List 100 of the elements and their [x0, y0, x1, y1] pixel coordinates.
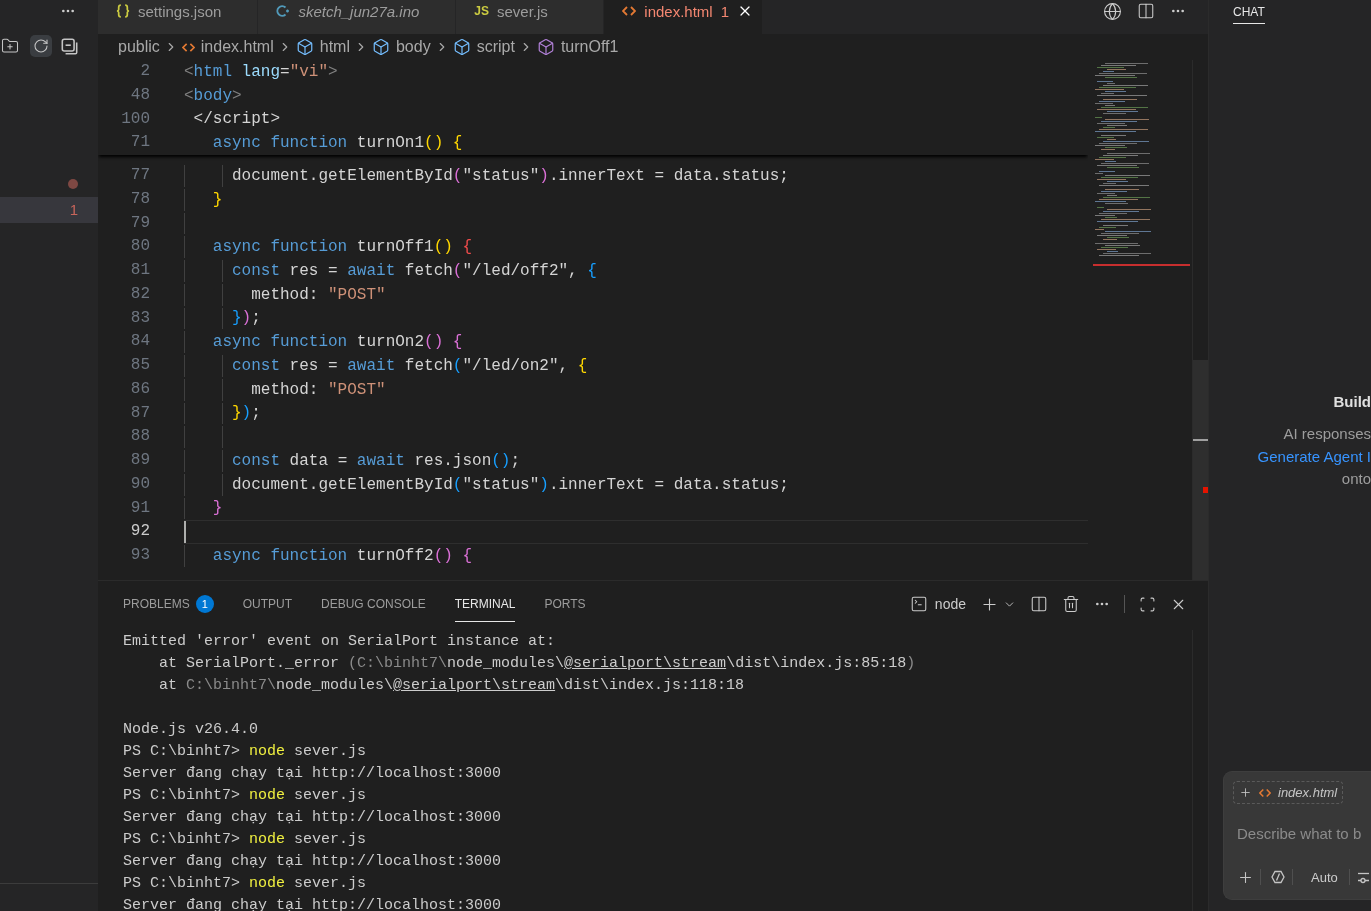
terminal-line: PS C:\binht7> node sever.js [123, 830, 367, 850]
line-number: 92 [129, 521, 150, 543]
code-line: <body> [184, 85, 242, 107]
c-plus-icon [276, 4, 291, 18]
code-line: } [212, 189, 223, 211]
text-cursor-icon [184, 521, 186, 543]
code-line: }); [232, 403, 261, 425]
error-marker-icon [1203, 487, 1208, 493]
maximize-icon[interactable] [1139, 595, 1156, 613]
braces-icon [116, 4, 130, 18]
terminal-link[interactable]: @serialport\stream [393, 677, 556, 694]
count-badge: 1 [195, 594, 214, 613]
line-number: 79 [129, 212, 150, 234]
context-chip[interactable]: index.html [1233, 781, 1344, 804]
trash-icon[interactable] [1062, 595, 1080, 613]
welcome-text: onto [1341, 469, 1371, 489]
terminal-line: Server đang chạy tại http://localhost:3000 [123, 808, 502, 828]
code-line: async function turnOff2() { [212, 545, 473, 567]
line-number: 100 [120, 108, 150, 130]
code-line: method: "POST" [251, 284, 386, 306]
breadcrumb-item[interactable]: index.html [181, 38, 274, 56]
terminal-line: at C:\binht7\node_modules\@serialport\stream\dist\index.js:118:18 [159, 676, 745, 696]
refresh-icon [33, 38, 49, 54]
cube-icon [536, 38, 555, 56]
panel-tab[interactable]: PORTS [544, 586, 586, 622]
code-brackets-icon [1259, 786, 1271, 799]
code-line: </script> [193, 109, 280, 131]
line-number: 82 [129, 283, 150, 305]
chat-tab[interactable]: CHAT [1233, 0, 1265, 24]
refresh-button[interactable] [30, 35, 52, 57]
line-number: 84 [129, 331, 150, 353]
line-number: 80 [129, 236, 150, 258]
code-brackets-icon [622, 4, 637, 18]
code-line: async function turnOn2() { [212, 332, 463, 354]
code-line: const res = await fetch("/led/on2", { [232, 355, 588, 377]
cube-icon [295, 38, 314, 56]
line-number: 89 [129, 450, 150, 471]
line-number: 77 [129, 165, 150, 186]
editor-tab[interactable]: settings.json [98, 0, 259, 34]
panel-tab[interactable]: DEBUG CONSOLE [321, 586, 426, 622]
line-number: 87 [129, 402, 150, 424]
breadcrumb-item[interactable]: turnOff1 [536, 38, 619, 56]
breadcrumb-item[interactable]: html [295, 38, 350, 56]
terminal-selector[interactable]: node [909, 595, 966, 613]
line-number: 88 [129, 426, 150, 448]
editor-tab[interactable]: JS sever.js [456, 0, 605, 34]
slashed-hexagon-icon[interactable] [1271, 870, 1285, 884]
split-editor-icon[interactable] [1137, 2, 1155, 20]
breadcrumb-item[interactable]: body [371, 38, 431, 56]
line-number: 2 [139, 61, 150, 82]
terminal-icon [909, 595, 928, 613]
code-line: async function turnOn1() { [212, 133, 463, 155]
code-line: method: "POST" [251, 379, 386, 401]
cube-icon [371, 38, 390, 56]
welcome-title: Build [1333, 392, 1371, 412]
editor-tab[interactable]: index.html 1 [604, 0, 764, 34]
code-line: document.getElementById("status").innerText = data.status; [232, 165, 789, 187]
dot-icon [68, 179, 78, 189]
code-line: } [212, 498, 223, 520]
terminal-line: PS C:\binht7> node sever.js [123, 786, 367, 806]
js-file-icon: JS [474, 4, 489, 18]
code-line: const data = await res.json(); [232, 450, 521, 472]
line-number: 78 [129, 188, 150, 210]
terminal-line: PS C:\binht7> node sever.js [123, 742, 367, 762]
line-number: 48 [129, 84, 150, 106]
editor-tab[interactable]: sketch_jun27a.ino [258, 0, 457, 34]
line-number: 83 [129, 307, 150, 329]
line-number: 93 [129, 545, 150, 566]
cube-icon [452, 38, 471, 56]
code-line: async function turnOff1() { [212, 237, 473, 259]
line-number: 81 [129, 260, 150, 281]
chat-input-field[interactable]: Describe what to b [1233, 822, 1371, 844]
terminal-link[interactable]: @serialport\stream [564, 655, 727, 672]
terminal-line: Emitted 'error' event on SerialPort instance at: [123, 632, 556, 652]
panel-tab[interactable]: OUTPUT [242, 586, 293, 622]
panel-tab[interactable]: TERMINAL [454, 586, 516, 622]
split-terminal-icon[interactable] [1030, 595, 1048, 613]
terminal-line: Node.js v26.4.0 [123, 720, 259, 740]
line-number: 91 [129, 497, 150, 519]
code-line: const res = await fetch("/led/off2", { [232, 260, 597, 282]
mode-button[interactable]: Auto [1300, 869, 1349, 885]
line-number: 71 [129, 132, 150, 154]
terminal-line: at SerialPort._error (C:\binht7\node_modules\@serialport\stream\dist\index.js:85:18) [159, 654, 916, 674]
code-line: <html lang="vi"> [184, 61, 338, 83]
code-line: }); [232, 308, 261, 330]
panel-tab[interactable]: PROBLEMS 1 [123, 586, 214, 622]
terminal-line: Server đang chạy tại http://localhost:3000 [123, 764, 502, 784]
breadcrumb-item[interactable]: public [118, 38, 160, 56]
globe-icon[interactable] [1103, 1, 1122, 21]
problem-count: 1 [69, 201, 78, 219]
line-number: 90 [129, 473, 150, 495]
code-line: document.getElementById("status").innerText = data.status; [232, 474, 789, 496]
problem-count: 1 [720, 2, 730, 20]
welcome-link[interactable]: Generate Agent I [1257, 445, 1371, 468]
terminal-line: PS C:\binht7> node sever.js [123, 874, 367, 894]
breadcrumb-item[interactable]: script [452, 38, 515, 56]
plus-icon [1239, 786, 1252, 799]
scrollbar-thumb[interactable] [1193, 360, 1208, 580]
collapse-all-icon[interactable] [61, 37, 78, 55]
new-folder-icon[interactable] [1, 37, 19, 55]
